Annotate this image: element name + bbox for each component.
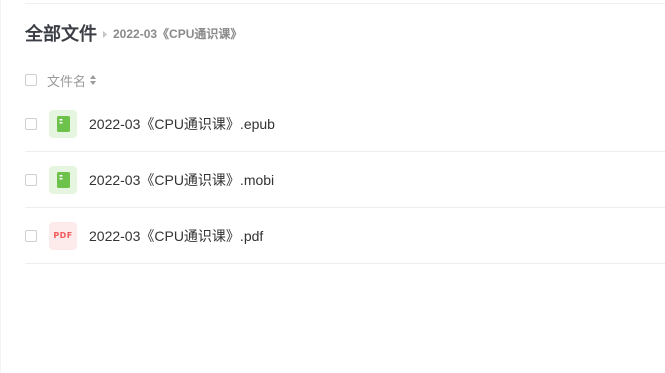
book-icon	[49, 109, 77, 138]
file-name-link[interactable]: 2022-03《CPU通识课》.pdf	[89, 226, 263, 246]
pdf-icon: PDF	[49, 221, 77, 250]
file-row-mobi[interactable]: 2022-03《CPU通识课》.mobi	[25, 152, 665, 208]
file-row-pdf[interactable]: PDF 2022-03《CPU通识课》.pdf	[25, 208, 665, 264]
row-checkbox[interactable]	[25, 173, 37, 186]
file-list: 2022-03《CPU通识课》.epub 2022-03《CPU通识课》.mob…	[25, 96, 665, 264]
select-all-checkbox[interactable]	[25, 74, 37, 86]
panel-left-border	[0, 0, 1, 373]
breadcrumb-current: 2022-03《CPU通识课》	[113, 27, 243, 41]
sort-icon[interactable]	[90, 75, 97, 85]
file-name-link[interactable]: 2022-03《CPU通识课》.epub	[89, 114, 275, 134]
file-row-epub[interactable]: 2022-03《CPU通识课》.epub	[25, 96, 665, 152]
breadcrumb-root-link[interactable]: 全部文件	[25, 22, 97, 46]
file-name-link[interactable]: 2022-03《CPU通识课》.mobi	[89, 170, 274, 190]
breadcrumb: 全部文件 2022-03《CPU通识课》	[25, 22, 242, 46]
pdf-icon-label: PDF	[53, 231, 73, 240]
book-icon	[49, 165, 77, 194]
row-checkbox[interactable]	[25, 229, 37, 242]
row-checkbox[interactable]	[25, 117, 37, 130]
chevron-right-icon	[103, 30, 107, 38]
column-header-filename[interactable]: 文件名	[47, 71, 86, 90]
file-list-header: 文件名	[25, 68, 665, 92]
top-divider	[25, 3, 665, 4]
